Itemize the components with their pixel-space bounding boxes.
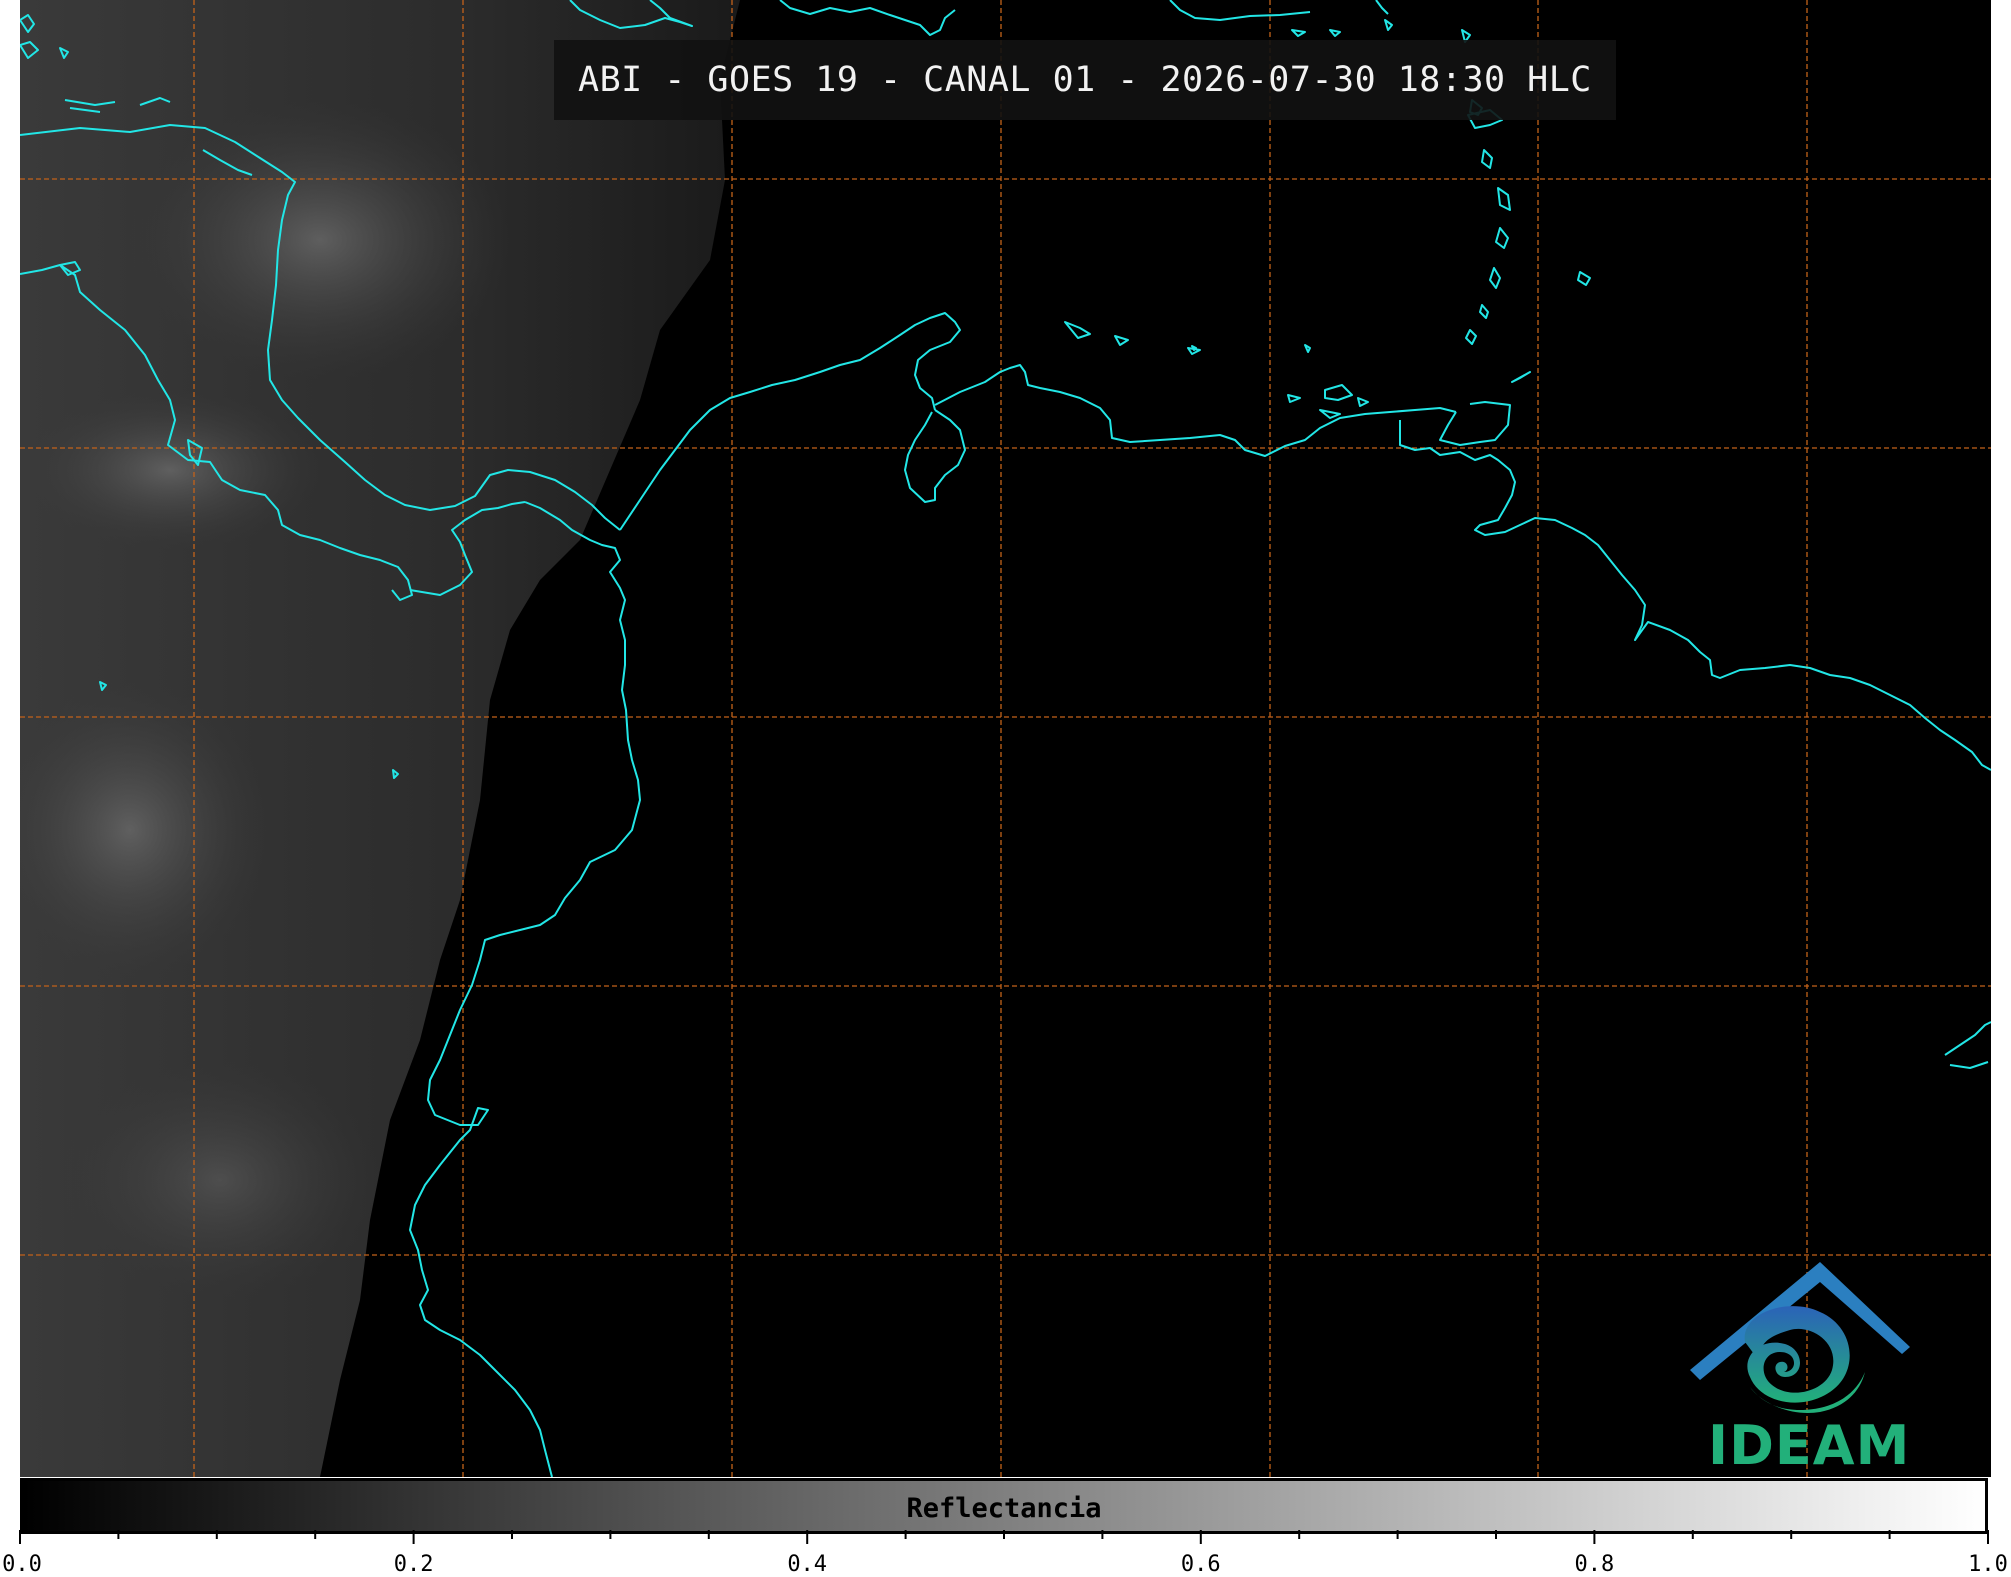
cloud-patch <box>130 100 510 380</box>
title-box: ABI - GOES 19 - CANAL 01 - 2026-07-30 18… <box>554 40 1616 120</box>
cloud-patch <box>20 390 320 550</box>
ideam-logo: IDEAM <box>1680 1252 1920 1477</box>
cloud-patch <box>60 1060 380 1300</box>
colorbar-tick-label: 0.8 <box>1574 1552 1615 1577</box>
colorbar-tick-label: 1.0 <box>1968 1552 2008 1577</box>
logo-text: IDEAM <box>1708 1414 1911 1477</box>
colorbar: Reflectancia <box>20 1478 1988 1534</box>
map-title: ABI - GOES 19 - CANAL 01 - 2026-07-30 18… <box>578 60 1592 100</box>
colorbar-tick-label: 0.2 <box>393 1552 434 1577</box>
colorbar-label: Reflectancia <box>906 1493 1102 1524</box>
ideam-emblem-icon <box>1690 1262 1910 1413</box>
colorbar-ticks <box>19 1530 1989 1544</box>
colorbar-tick-label: 0.6 <box>1180 1552 1221 1577</box>
satellite-map: ABI - GOES 19 - CANAL 01 - 2026-07-30 18… <box>20 0 1991 1477</box>
colorbar-tick-label: 0.4 <box>787 1552 828 1577</box>
colorbar-tick-label: 0.0 <box>2 1552 42 1577</box>
